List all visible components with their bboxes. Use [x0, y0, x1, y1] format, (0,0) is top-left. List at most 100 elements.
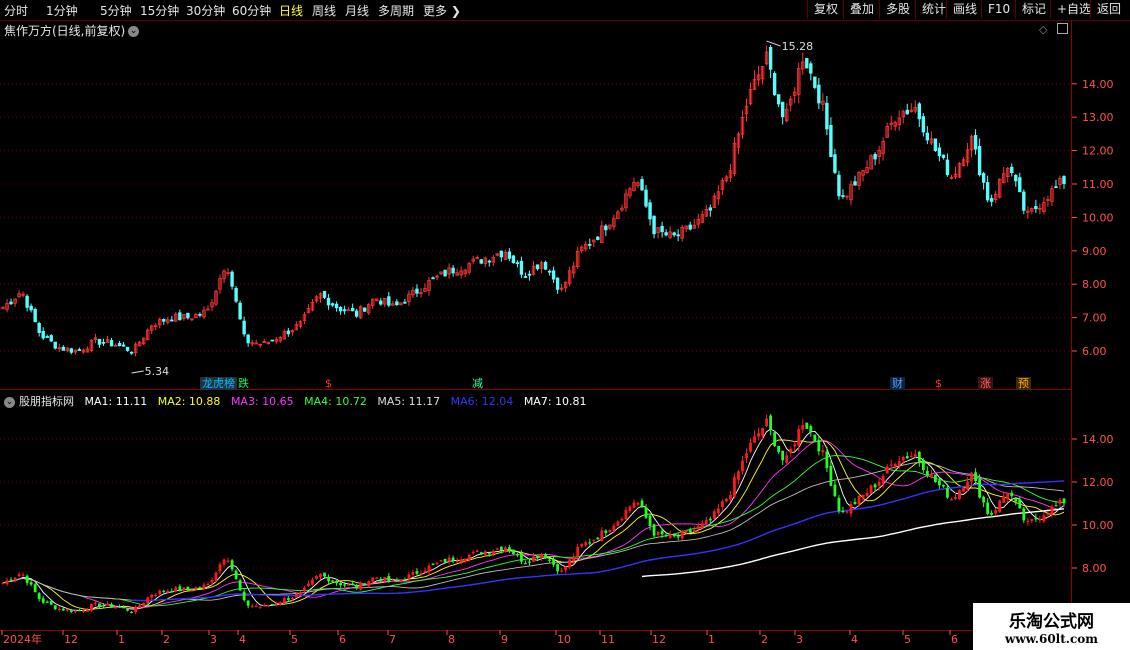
candle-body: [833, 154, 837, 173]
indicator-header: ⌄ 股朋指标网 MA1: 11.11 MA2: 10.88 MA3: 10.65 …: [4, 393, 594, 409]
candle-body: [592, 539, 596, 541]
candle-body: [905, 109, 909, 115]
candle-body: [520, 553, 523, 562]
candle-body: [186, 312, 190, 319]
diamond-icon[interactable]: ◇: [1039, 23, 1047, 36]
kline-chart[interactable]: 14.00 13.00 12.00 11.00 10.00 9.00 8.00 7.00 6.0…: [0, 0, 1130, 650]
event-longhubang[interactable]: 龙虎榜: [200, 377, 237, 390]
candle-body: [588, 243, 592, 246]
candle-body: [342, 309, 347, 312]
candle-body: [917, 103, 922, 120]
candle-body: [909, 455, 913, 458]
candle-body: [109, 340, 114, 347]
y-tick-label: 14.00: [1082, 78, 1114, 91]
candle-body: [672, 232, 676, 236]
candle-body: [716, 508, 720, 514]
candle-body: [451, 557, 455, 561]
event-rise[interactable]: 涨: [978, 377, 993, 390]
candle-body: [238, 302, 242, 320]
candle-body: [865, 492, 869, 497]
window-toggle-icon[interactable]: [1057, 23, 1068, 34]
candle-body: [77, 610, 81, 612]
candle-body: [921, 116, 926, 133]
candle-body: [789, 448, 793, 453]
candle-body: [114, 607, 117, 609]
candle-body: [331, 580, 334, 582]
candle-body: [829, 124, 833, 157]
candle-body: [962, 487, 965, 492]
candle-body: [33, 308, 37, 323]
candle-body: [781, 450, 785, 461]
candle-body: [431, 277, 435, 280]
event-forecast[interactable]: 预: [1016, 377, 1031, 390]
candle-body: [1026, 520, 1030, 523]
candle-body: [729, 495, 732, 500]
candle-body: [511, 255, 516, 264]
candle-body: [21, 574, 25, 576]
x-tick-label: 4: [851, 633, 858, 646]
event-dollar-1[interactable]: $: [323, 377, 334, 390]
event-drop[interactable]: 跌: [236, 377, 251, 390]
candle-body: [101, 341, 106, 344]
candle-body: [174, 587, 178, 592]
candle-body: [45, 601, 49, 603]
event-dollar-2[interactable]: $: [933, 377, 944, 390]
candle-body: [897, 461, 901, 466]
candle-body: [853, 501, 857, 505]
candle-body: [166, 590, 170, 593]
ma4-label: MA4: 10.72: [304, 395, 367, 408]
indicator-name[interactable]: 股朋指标网: [19, 395, 74, 408]
candle-body: [688, 224, 692, 230]
candle-body: [367, 581, 371, 587]
candle-body: [837, 174, 841, 197]
candle-body: [49, 601, 53, 605]
candle-body: [933, 474, 937, 483]
candle-body: [322, 291, 327, 298]
candle-body: [210, 579, 214, 583]
ma5-label: MA5: 11.17: [377, 395, 441, 408]
candle-body: [676, 536, 680, 538]
x-tick-label: 2: [761, 633, 768, 646]
candle-body: [278, 602, 282, 605]
candle-body: [226, 560, 230, 562]
candle-body: [873, 484, 877, 488]
candle-body: [547, 270, 552, 273]
y-tick-label: 6.00: [1082, 345, 1107, 358]
candle-body: [1030, 519, 1034, 521]
candle-body: [415, 571, 419, 574]
ma2-label: MA2: 10.88: [157, 395, 221, 408]
candle-body: [938, 480, 941, 486]
y-tick-label: 10.00: [1082, 211, 1114, 224]
candle-body: [29, 305, 33, 311]
stock-title[interactable]: 焦作万方(日线,前复权) ⌄: [4, 22, 140, 39]
candle-body: [146, 597, 150, 604]
candle-body: [443, 559, 447, 563]
candle-body: [138, 605, 142, 608]
candle-body: [921, 460, 925, 471]
y-tick-label: 10.00: [1082, 519, 1114, 532]
x-tick-label: 6: [951, 633, 958, 646]
candle-body: [395, 579, 399, 582]
candle-body: [981, 173, 986, 183]
candle-body: [407, 574, 411, 580]
event-reduce[interactable]: 减: [470, 377, 485, 390]
candle-body: [857, 495, 861, 505]
event-finance[interactable]: 财: [890, 377, 905, 390]
candle-body: [37, 593, 41, 600]
candle-body: [33, 584, 37, 593]
candle-body: [355, 585, 359, 589]
chevron-down-icon[interactable]: ⌄: [4, 396, 15, 408]
candle-body: [519, 260, 524, 275]
candle-body: [660, 226, 664, 233]
candle-body: [1006, 493, 1010, 499]
candle-body: [45, 336, 49, 338]
candle-body: [350, 308, 355, 312]
chevron-down-icon[interactable]: ⌄: [128, 26, 140, 37]
candle-body: [29, 582, 33, 585]
candle-body: [741, 460, 744, 472]
candle-body: [668, 534, 672, 538]
candle-body: [198, 313, 202, 316]
y-tick-label: 13.00: [1082, 111, 1114, 124]
candle-body: [821, 450, 825, 453]
candle-body: [801, 424, 805, 430]
